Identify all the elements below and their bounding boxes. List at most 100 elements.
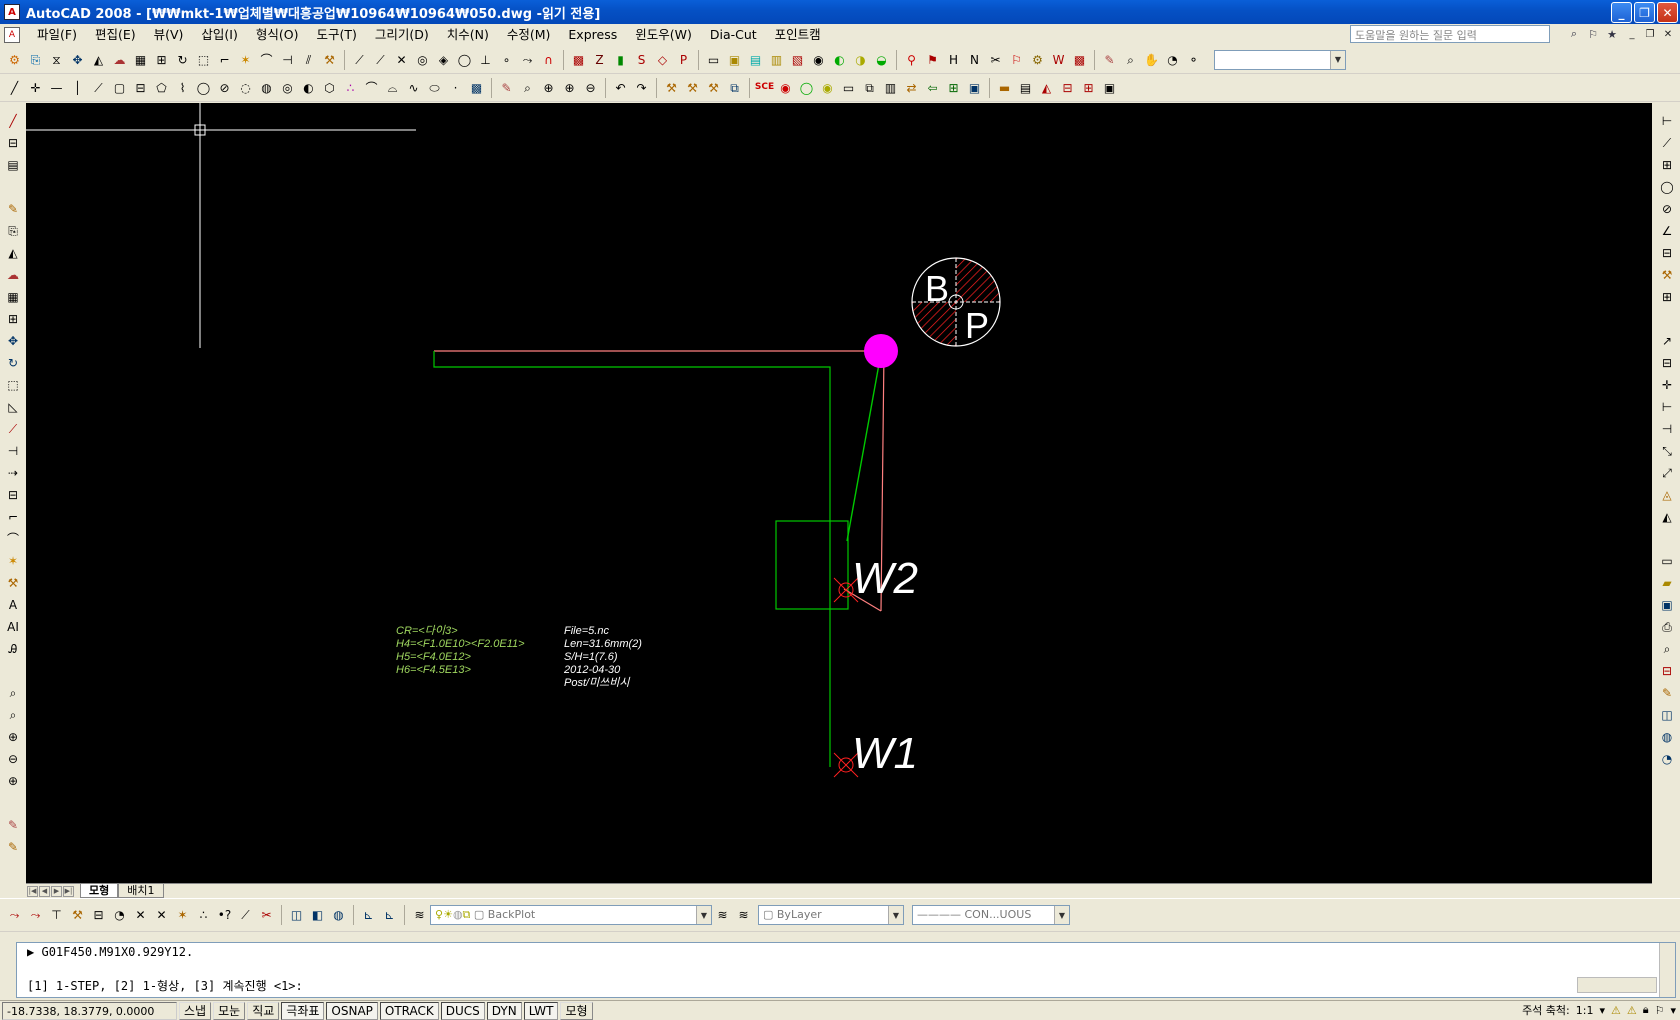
layer-combo[interactable]: ♀☀◍⧉ ▢ BackPlot ▼: [430, 905, 712, 925]
menu-dimension[interactable]: 치수(N): [438, 25, 498, 45]
v-eraser-icon[interactable]: ✎: [2, 814, 24, 836]
menu-dia-cut[interactable]: Dia-Cut: [701, 25, 766, 45]
tab-model[interactable]: 모형: [80, 884, 119, 898]
stop-icon[interactable]: ◉: [775, 77, 796, 98]
p-tool-icon-12[interactable]: ⟋: [235, 905, 256, 926]
rectangle-icon[interactable]: ▢: [109, 77, 130, 98]
dim-text-icon[interactable]: ⊣: [1656, 418, 1678, 440]
v-clipboard-icon[interactable]: ▤: [2, 154, 24, 176]
ucs-box-icon[interactable]: ◫: [286, 905, 307, 926]
zoom-search-icon[interactable]: ⌕: [1120, 49, 1141, 70]
cam-spl-icon[interactable]: ◇: [652, 49, 673, 70]
lock-icon[interactable]: 🔒︎: [1643, 1003, 1649, 1017]
menu-pointcam[interactable]: 포인트캠: [766, 25, 830, 45]
dim-angular-icon[interactable]: ∠: [1656, 220, 1678, 242]
ucs-axis-icon[interactable]: ⊾: [358, 905, 379, 926]
p-tool-icon-6[interactable]: ◔: [109, 905, 130, 926]
dim-baseline-icon[interactable]: ⚒: [1656, 264, 1678, 286]
tab-first-button[interactable]: |◀: [27, 885, 38, 897]
v-edit-icon[interactable]: ⚒: [2, 572, 24, 594]
gauge-icon[interactable]: ◭: [1036, 77, 1057, 98]
circle2-icon[interactable]: ⊘: [214, 77, 235, 98]
view-icon-2[interactable]: ▣: [724, 49, 745, 70]
favorites-star-icon[interactable]: ★: [1604, 26, 1620, 42]
v-break-icon[interactable]: ⊟: [2, 484, 24, 506]
align-icon[interactable]: ⊞: [1078, 77, 1099, 98]
doc-minimize-button[interactable]: _: [1624, 27, 1640, 41]
green-circle-icon[interactable]: ◯: [796, 77, 817, 98]
document-icon[interactable]: A: [4, 27, 20, 43]
osnap-magnet-icon[interactable]: ∩: [538, 49, 559, 70]
v-copy-icon[interactable]: ⎘: [2, 220, 24, 242]
zoom-in-icon[interactable]: ⊕: [559, 77, 580, 98]
v-array2-icon[interactable]: ⊞: [2, 308, 24, 330]
menu-format[interactable]: 형식(O): [247, 25, 308, 45]
view-icon-8[interactable]: ◑: [850, 49, 871, 70]
trim-icon[interactable]: ⊣: [277, 49, 298, 70]
hatch-icon[interactable]: ▩: [466, 77, 487, 98]
vertical-line-icon[interactable]: │: [67, 77, 88, 98]
drawing-canvas[interactable]: B P W2 W1 CR=<다이3> H4=<F1.0E10><F2.0E11>…: [26, 103, 1652, 883]
status-otrack-button[interactable]: OTRACK: [379, 1001, 439, 1020]
construction-line-icon[interactable]: ✛: [25, 77, 46, 98]
v-extend-icon[interactable]: ⇢: [2, 462, 24, 484]
color-combo[interactable]: ▢ ByLayer ▼: [758, 905, 904, 925]
orbit-icon[interactable]: ◔: [1162, 49, 1183, 70]
tangent-icon[interactable]: ◯: [454, 49, 475, 70]
move-icon[interactable]: ✥: [67, 49, 88, 70]
view-icon-4[interactable]: ▥: [766, 49, 787, 70]
circle-icon[interactable]: ◯: [193, 77, 214, 98]
v-zoom-in-icon[interactable]: ⊕: [2, 726, 24, 748]
circle4-icon[interactable]: ◍: [256, 77, 277, 98]
v-line-icon[interactable]: ╱: [2, 110, 24, 132]
v-zoom-out-icon[interactable]: ⊖: [2, 748, 24, 770]
frame-icon[interactable]: ▣: [964, 77, 985, 98]
dim-override-icon[interactable]: ◬: [1656, 484, 1678, 506]
scale-dropdown-icon[interactable]: ▾: [1599, 1004, 1605, 1017]
status-grid-button[interactable]: 모눈: [213, 1001, 246, 1020]
polyline-icon[interactable]: ⟋: [88, 77, 109, 98]
menu-tools[interactable]: 도구(T): [307, 25, 365, 45]
xline-icon[interactable]: ⟋: [370, 49, 391, 70]
dim-edit-icon[interactable]: ⊢: [1656, 396, 1678, 418]
dim-center-icon[interactable]: ✛: [1656, 374, 1678, 396]
redo-icon[interactable]: ↷: [631, 77, 652, 98]
status-model-button[interactable]: 모형: [560, 1001, 593, 1020]
macro-icon-5[interactable]: ✂: [985, 49, 1006, 70]
view-icon-5[interactable]: ▧: [787, 49, 808, 70]
match-prop-icon[interactable]: ✎: [1656, 682, 1678, 704]
status-dyn-button[interactable]: DYN: [486, 1001, 522, 1020]
layer-tool-icon[interactable]: ▥: [880, 77, 901, 98]
menu-express[interactable]: Express: [559, 25, 626, 45]
circle5-icon[interactable]: ◎: [277, 77, 298, 98]
dim-style-icon[interactable]: ⤢: [1656, 462, 1678, 484]
zoom-tool-icon[interactable]: ✎: [1099, 49, 1120, 70]
ucs-sphere-icon[interactable]: ◍: [328, 905, 349, 926]
menu-file[interactable]: 파일(F): [28, 25, 86, 45]
array2-icon[interactable]: ⊞: [151, 49, 172, 70]
center-icon[interactable]: ◎: [412, 49, 433, 70]
properties-icon-3[interactable]: ⚒: [703, 77, 724, 98]
p-tool-icon-8[interactable]: ✕: [151, 905, 172, 926]
publish-icon[interactable]: ⊟: [1656, 660, 1678, 682]
extend-icon[interactable]: ⫽: [298, 49, 319, 70]
pan-icon[interactable]: ✋: [1141, 49, 1162, 70]
zoom-window-icon[interactable]: ⊕: [538, 77, 559, 98]
autocad-app-icon[interactable]: A: [4, 4, 20, 20]
doc-close-button[interactable]: ✕: [1660, 27, 1676, 41]
tab-prev-button[interactable]: ◀: [39, 885, 50, 897]
macro-icon-8[interactable]: W: [1048, 49, 1069, 70]
help-search-input[interactable]: 도움말을 원하는 질문 입력: [1350, 25, 1550, 43]
v-fillet-icon[interactable]: ⌒: [2, 528, 24, 550]
minimize-button[interactable]: _: [1611, 2, 1632, 23]
status-ducs-button[interactable]: DUCS: [440, 1001, 485, 1020]
arrow-left-icon[interactable]: ⇦: [922, 77, 943, 98]
v-explode-icon[interactable]: ✶: [2, 550, 24, 572]
dim-quick-icon[interactable]: ⊟: [1656, 242, 1678, 264]
layer-make-current-icon[interactable]: ≋: [712, 905, 733, 926]
communication-center-icon[interactable]: ⚐: [1585, 26, 1601, 42]
macro-icon-4[interactable]: N: [964, 49, 985, 70]
restore-button[interactable]: ❐: [1634, 2, 1655, 23]
v-zoom-window-icon[interactable]: ⌕: [2, 704, 24, 726]
macro-icon-7[interactable]: ⚙: [1027, 49, 1048, 70]
